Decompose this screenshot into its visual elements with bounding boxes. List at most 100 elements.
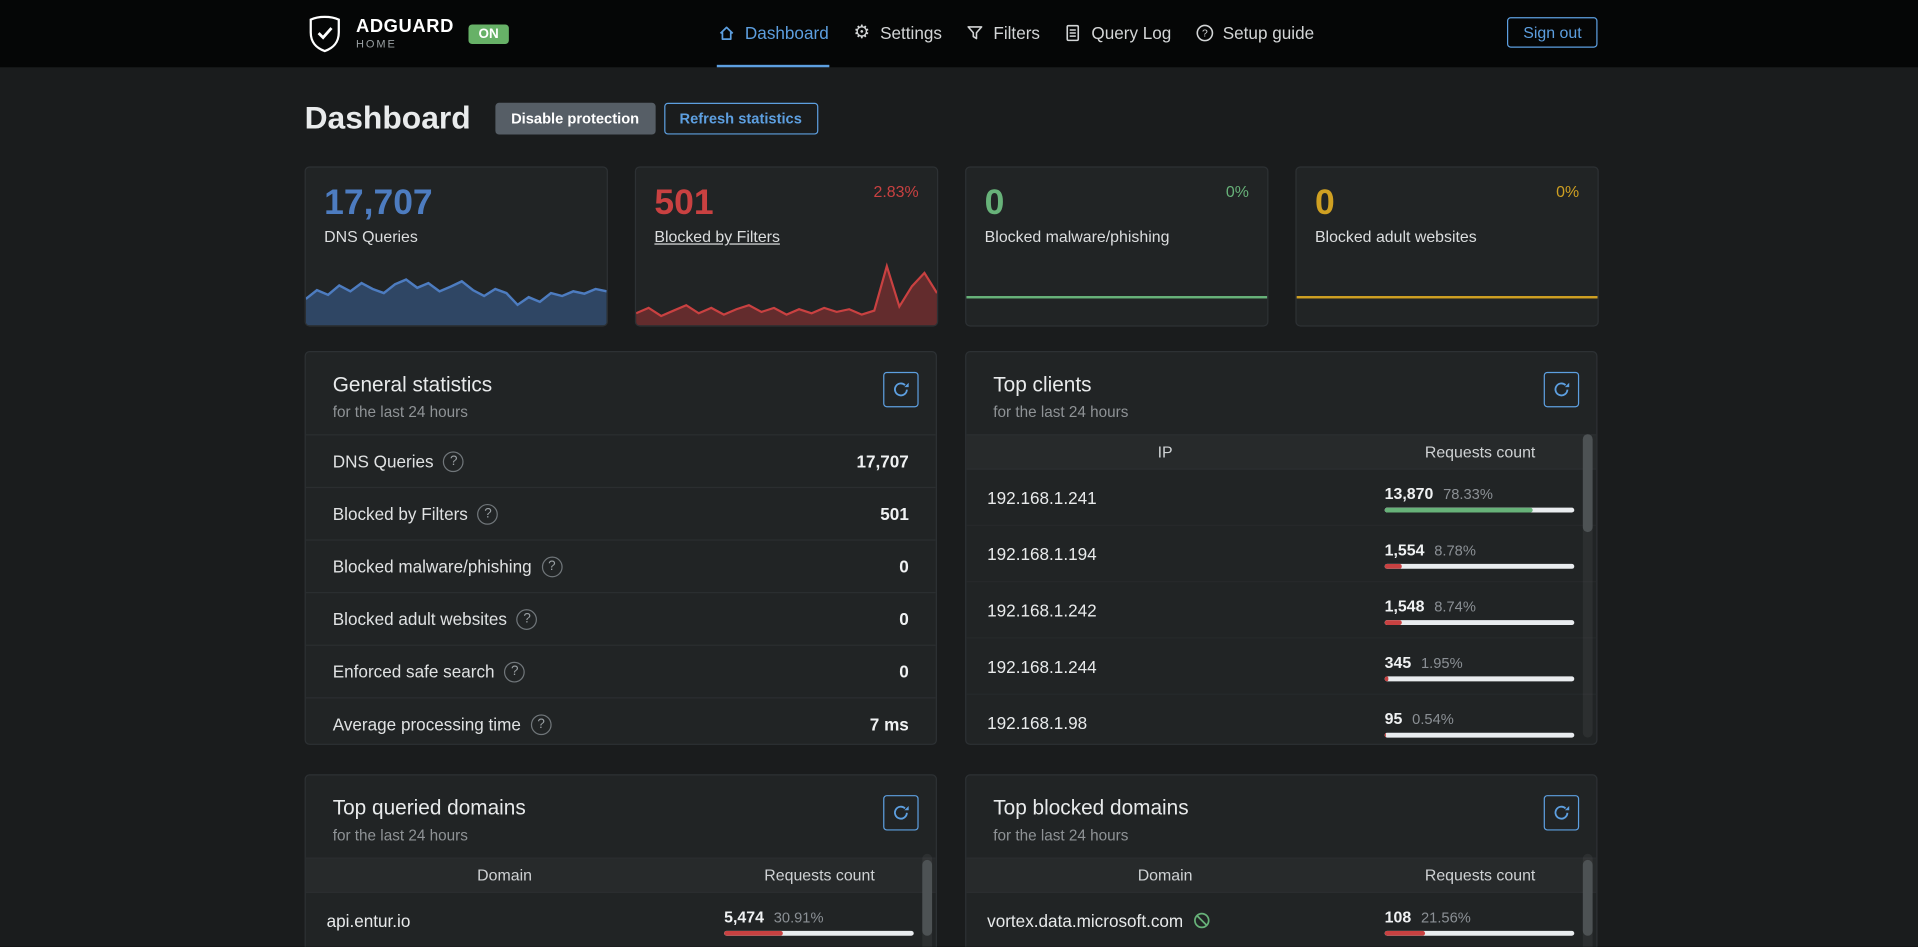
card-subtitle: for the last 24 hours [333,404,936,421]
client-ip[interactable]: 192.168.1.242 [966,600,1364,620]
brand-sub: HOME [356,38,454,50]
queried-domain[interactable]: api.entur.io [306,911,704,931]
main-nav: Dashboard ⚙ Settings Filters Query Log [717,0,1314,67]
stat-label: Blocked malware/phishing [333,557,532,577]
requests-count-cell: 345 1.95% [1364,651,1596,682]
client-ip[interactable]: 192.168.1.241 [966,487,1364,507]
column-header-ip: IP [966,443,1364,461]
refresh-icon [1552,380,1570,398]
brand[interactable]: ADGUARD HOME ON [305,0,509,67]
card-title: Top clients [993,373,1596,397]
progress-bar [1385,676,1575,681]
stat-value: 7 ms [870,714,909,734]
request-percent: 30.91% [774,909,824,926]
stat-label: Enforced safe search [333,662,495,682]
general-statistics-refresh-button[interactable] [883,372,918,407]
general-statistics-rows: DNS Queries ? 17,707 Blocked by Filters … [306,434,936,745]
requests-count-cell: 13,870 78.33% [1364,482,1596,513]
progress-bar [1385,620,1575,625]
nav-item-query-log[interactable]: Query Log [1063,0,1171,67]
table-row: 192.168.1.244 345 1.95% [966,639,1596,695]
refresh-statistics-button[interactable]: Refresh statistics [664,102,818,134]
scrollbar-thumb[interactable] [922,860,932,936]
card-subtitle: for the last 24 hours [993,827,1596,844]
dns-queries-value: 17,707 [324,183,607,222]
requests-count-cell: 1,548 8.74% [1364,594,1596,625]
nav-item-label: Setup guide [1223,23,1314,43]
client-ip[interactable]: 192.168.1.98 [966,713,1364,733]
column-header-requests-count: Requests count [1364,443,1596,461]
top-blocked-refresh-button[interactable] [1544,795,1579,830]
brand-text: ADGUARD HOME [356,17,454,50]
stat-card-blocked-malware: 0% 0 Blocked malware/phishing [965,166,1268,326]
table-header: Domain Requests count [306,857,936,892]
column-header-domain: Domain [306,866,704,884]
svg-text:?: ? [1201,28,1207,39]
blocked-filters-value: 501 [654,183,937,222]
request-percent: 21.56% [1421,909,1471,926]
stat-row-safe-search: Enforced safe search ? 0 [306,645,936,698]
help-icon[interactable]: ? [478,503,499,524]
progress-bar [724,931,914,936]
help-icon[interactable]: ? [531,714,552,735]
progress-bar [1385,733,1575,738]
nav-item-label: Dashboard [745,23,829,43]
top-queried-refresh-button[interactable] [883,795,918,830]
top-queried-table: Domain Requests count api.entur.io 5,474… [306,857,936,946]
column-header-domain: Domain [966,866,1364,884]
question-circle-icon: ? [1195,23,1215,43]
blocked-domain-cell[interactable]: vortex.data.microsoft.com [966,911,1364,931]
request-percent: 0.54% [1412,711,1454,728]
scrollbar-thumb[interactable] [1583,860,1593,936]
middle-cards-row: General statistics for the last 24 hours… [305,351,1599,745]
stat-label: Blocked by Filters [333,504,468,524]
stat-row-processing-time: Average processing time ? 7 ms [306,697,936,745]
stat-row-dns-queries: DNS Queries ? 17,707 [306,434,936,487]
request-count: 5,474 [724,908,764,926]
card-title: Top queried domains [333,796,936,820]
table-row: 192.168.1.194 1,554 8.78% [966,526,1596,582]
table-header: Domain Requests count [966,857,1596,892]
dns-queries-sparkline [306,267,607,326]
nav-item-filters[interactable]: Filters [965,0,1040,67]
navbar: ADGUARD HOME ON Dashboard ⚙ Settings Fil… [0,0,1918,67]
card-subtitle: for the last 24 hours [333,827,936,844]
blocked-filters-link[interactable]: Blocked by Filters [654,228,779,246]
document-icon [1063,23,1083,43]
progress-bar [1385,931,1575,936]
request-percent: 78.33% [1443,486,1493,503]
card-subtitle: for the last 24 hours [993,404,1596,421]
nav-item-settings[interactable]: ⚙ Settings [852,0,942,67]
stat-row-blocked-malware: Blocked malware/phishing ? 0 [306,539,936,592]
client-ip[interactable]: 192.168.1.244 [966,656,1364,676]
stat-label: DNS Queries [333,451,434,471]
refresh-icon [892,380,910,398]
stat-label: Average processing time [333,714,521,734]
request-count: 13,870 [1385,484,1434,502]
request-count: 95 [1385,709,1403,727]
request-percent: 1.95% [1421,654,1463,671]
top-clients-refresh-button[interactable] [1544,372,1579,407]
protection-status-badge: ON [469,24,509,44]
blocked-filters-sparkline [636,258,937,325]
table-row: vortex.data.microsoft.com 108 21.56% [966,893,1596,947]
disable-protection-button[interactable]: Disable protection [495,102,655,134]
gear-icon: ⚙ [852,23,872,43]
table-row: api.entur.io 5,474 30.91% [306,893,936,947]
client-ip[interactable]: 192.168.1.194 [966,544,1364,564]
sign-out-button[interactable]: Sign out [1507,17,1597,48]
top-queried-domains-card: Top queried domains for the last 24 hour… [305,774,937,946]
help-icon[interactable]: ? [517,609,538,630]
stat-value: 0 [899,609,909,629]
stat-card-blocked-by-filters: 2.83% 501 Blocked by Filters [635,166,938,326]
help-icon[interactable]: ? [443,451,464,472]
help-icon[interactable]: ? [504,661,525,682]
help-icon[interactable]: ? [541,556,562,577]
nav-item-setup-guide[interactable]: ? Setup guide [1195,0,1315,67]
brand-name: ADGUARD [356,17,454,35]
stat-value: 501 [880,504,909,524]
nav-item-dashboard[interactable]: Dashboard [717,0,829,67]
nav-item-label: Settings [880,23,942,43]
scrollbar-thumb[interactable] [1583,434,1593,532]
bottom-cards-row: Top queried domains for the last 24 hour… [305,774,1599,946]
